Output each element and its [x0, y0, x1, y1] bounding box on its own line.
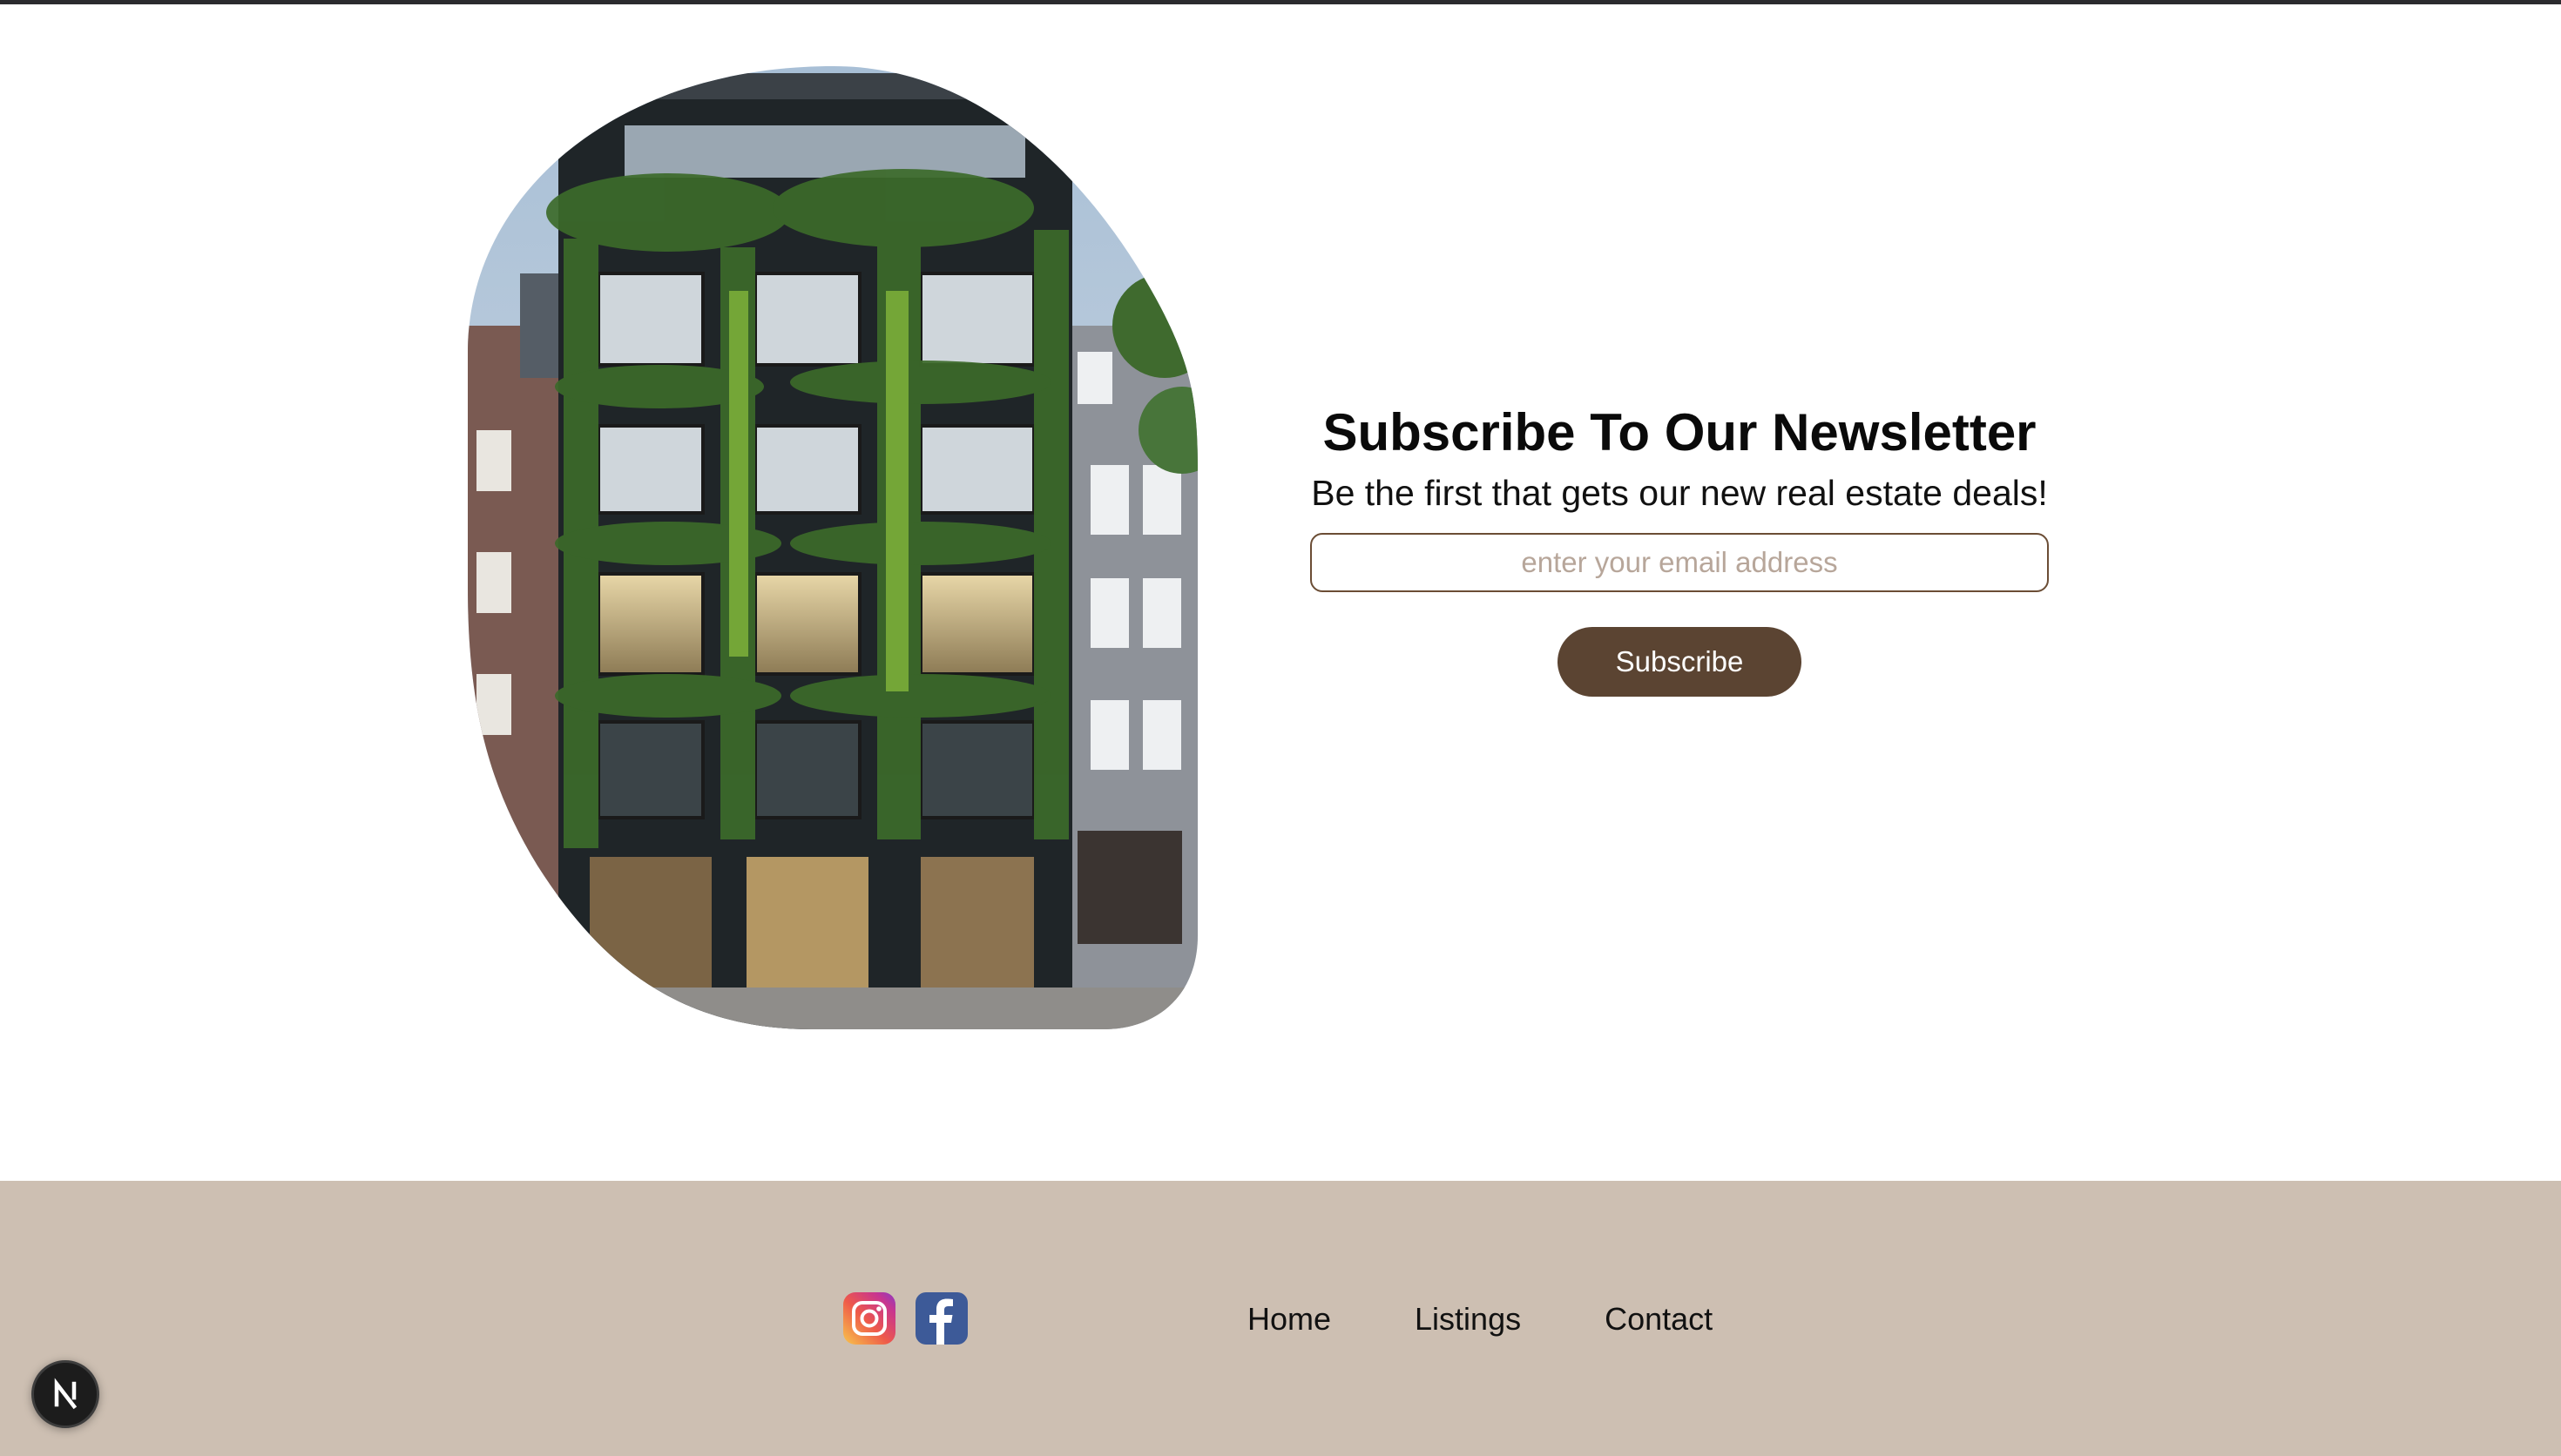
footer-nav: Home Listings Contact [1247, 1299, 1713, 1339]
facebook-icon [916, 1292, 968, 1345]
instagram-icon [843, 1292, 895, 1345]
instagram-link[interactable] [843, 1292, 895, 1345]
nav-link-listings[interactable]: Listings [1415, 1299, 1521, 1339]
facebook-link[interactable] [916, 1292, 968, 1345]
social-links [843, 1292, 968, 1345]
top-border [0, 0, 2561, 4]
subscribe-button[interactable]: Subscribe [1558, 627, 1801, 697]
nav-link-contact[interactable]: Contact [1605, 1299, 1713, 1339]
email-input[interactable] [1310, 533, 2049, 592]
newsletter-title: Subscribe To Our Newsletter [1322, 403, 2037, 462]
nextjs-icon [54, 1378, 78, 1410]
newsletter-subtitle: Be the first that gets our new real esta… [1311, 473, 2048, 513]
nav-link-home[interactable]: Home [1247, 1299, 1331, 1339]
dev-tools-badge[interactable] [31, 1360, 99, 1428]
newsletter-section: Subscribe To Our Newsletter Be the first… [1254, 401, 2105, 697]
footer: Home Listings Contact [0, 1181, 2561, 1456]
hero-building-image [468, 66, 1198, 1029]
